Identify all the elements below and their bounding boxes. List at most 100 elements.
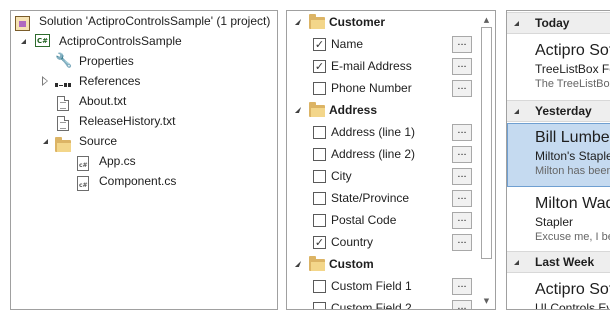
checkbox[interactable]: ✓ [313, 235, 326, 249]
mail-subject: UI Controls Evolved [535, 301, 610, 310]
checkbox[interactable] [313, 301, 326, 309]
field-label: Custom Field 1 [331, 279, 412, 293]
scroll-down-arrow-icon[interactable]: ▼ [480, 294, 493, 307]
folder-icon [309, 102, 325, 117]
field-label: City [331, 169, 352, 183]
checkbox[interactable] [313, 147, 326, 161]
field-row-postal-code[interactable]: Postal Code ... [287, 209, 477, 231]
text-file-icon [57, 115, 69, 131]
group-header-custom[interactable]: Custom [287, 253, 477, 275]
field-row-name[interactable]: ✓ Name ... [287, 33, 477, 55]
expander-collapsed-icon[interactable] [40, 76, 50, 86]
field-label: State/Province [331, 191, 410, 205]
mail-item-selected[interactable]: Bill Lumbergh Milton's Stapler Milton ha… [507, 123, 610, 187]
field-row-email[interactable]: ✓ E-mail Address ... [287, 55, 477, 77]
mail-subject: Stapler [535, 215, 574, 229]
expander-expanded-icon[interactable] [514, 109, 519, 114]
expander-expanded-icon[interactable] [514, 21, 519, 26]
checkbox[interactable] [313, 213, 326, 227]
project-label: ActiproControlsSample [59, 34, 182, 48]
field-chooser-list[interactable]: Customer ✓ Name ... ✓ E-mail Address ...… [286, 10, 496, 310]
checkbox[interactable] [313, 169, 326, 183]
group-header-address[interactable]: Address [287, 99, 477, 121]
vertical-scrollbar[interactable]: ▲ ▼ [480, 13, 493, 307]
browse-button[interactable]: ... [452, 277, 472, 295]
folder-icon [309, 14, 325, 29]
field-row-country[interactable]: ✓ Country ... [287, 231, 477, 253]
about-label: About.txt [79, 94, 127, 108]
mail-list[interactable]: Today Actipro Software TreeListBox Featu… [506, 10, 610, 310]
group-header-today[interactable]: Today [507, 12, 610, 34]
field-label: Country [331, 235, 374, 249]
field-label: Address (line 2) [331, 147, 416, 161]
tree-node-release-history[interactable]: ReleaseHistory.txt [11, 111, 277, 131]
browse-button[interactable]: ... [452, 79, 472, 97]
mail-sender: Actipro Software [535, 42, 610, 59]
mail-preview: Milton has been asking [535, 165, 610, 177]
solution-icon [15, 15, 30, 31]
properties-label: Properties [79, 54, 134, 68]
browse-button[interactable]: ... [452, 145, 472, 163]
field-row-custom-1[interactable]: Custom Field 1 ... [287, 275, 477, 297]
field-row-address-line-2[interactable]: Address (line 2) ... [287, 143, 477, 165]
mail-preview: The TreeListBox control [535, 78, 610, 90]
group-label: Last Week [535, 255, 595, 269]
expander-expanded-icon[interactable] [18, 36, 28, 46]
group-label: Yesterday [535, 104, 592, 118]
expander-expanded-icon[interactable] [40, 136, 50, 146]
expander-expanded-icon[interactable] [294, 19, 302, 25]
tree-node-properties[interactable]: 🔧 Properties [11, 51, 277, 71]
solution-explorer-tree[interactable]: Solution 'ActiproControlsSample' (1 proj… [10, 10, 278, 310]
tree-node-about[interactable]: About.txt [11, 91, 277, 111]
wrench-icon: 🔧 [55, 53, 73, 69]
checkbox[interactable] [313, 279, 326, 293]
text-file-icon [57, 95, 69, 111]
csharp-file-icon: c# [77, 155, 89, 171]
source-label: Source [79, 134, 118, 148]
field-row-city[interactable]: City ... [287, 165, 477, 187]
group-header-customer[interactable]: Customer [287, 11, 477, 33]
tree-node-app-cs[interactable]: c# App.cs [11, 151, 277, 171]
component-cs-label: Component.cs [99, 174, 177, 188]
browse-button[interactable]: ... [452, 299, 472, 309]
tree-node-references[interactable]: References [11, 71, 277, 91]
field-row-phone[interactable]: Phone Number ... [287, 77, 477, 99]
field-row-custom-2[interactable]: Custom Field 2 ... [287, 297, 477, 309]
mail-sender: Actipro Software [535, 281, 610, 298]
browse-button[interactable]: ... [452, 211, 472, 229]
field-row-state[interactable]: State/Province ... [287, 187, 477, 209]
csharp-project-icon: C# [35, 34, 50, 47]
csharp-file-icon: c# [77, 175, 89, 191]
browse-button[interactable]: ... [452, 167, 472, 185]
checkbox[interactable] [313, 191, 326, 205]
browse-button[interactable]: ... [452, 233, 472, 251]
tree-node-component-cs[interactable]: c# Component.cs [11, 171, 277, 191]
checkbox[interactable] [313, 125, 326, 139]
field-label: E-mail Address [331, 59, 412, 73]
browse-button[interactable]: ... [452, 123, 472, 141]
group-label: Address [329, 103, 378, 117]
browse-button[interactable]: ... [452, 189, 472, 207]
solution-label: Solution 'ActiproControlsSample' (1 proj… [39, 14, 271, 28]
group-header-yesterday[interactable]: Yesterday [507, 100, 610, 122]
group-label: Today [535, 16, 570, 30]
browse-button[interactable]: ... [452, 35, 472, 53]
expander-expanded-icon[interactable] [294, 261, 302, 267]
checkbox[interactable] [313, 81, 326, 95]
tree-node-project[interactable]: C# ActiproControlsSample [11, 31, 277, 51]
tree-node-solution[interactable]: Solution 'ActiproControlsSample' (1 proj… [11, 11, 277, 31]
browse-button[interactable]: ... [452, 57, 472, 75]
expander-expanded-icon[interactable] [514, 260, 519, 265]
scrollbar-thumb[interactable] [481, 27, 492, 259]
tree-node-source[interactable]: Source [11, 131, 277, 152]
mail-sender: Bill Lumbergh [535, 129, 610, 146]
checkbox[interactable]: ✓ [313, 59, 326, 73]
expander-expanded-icon[interactable] [294, 107, 302, 113]
checkbox[interactable]: ✓ [313, 37, 326, 51]
scroll-up-arrow-icon[interactable]: ▲ [480, 13, 493, 26]
field-row-address-line-1[interactable]: Address (line 1) ... [287, 121, 477, 143]
mail-item[interactable]: Actipro Software UI Controls Evolved [507, 275, 610, 310]
mail-item[interactable]: Milton Waddams Stapler Excuse me, I beli… [507, 189, 610, 251]
mail-item[interactable]: Actipro Software TreeListBox Features Th… [507, 36, 610, 98]
group-header-last-week[interactable]: Last Week [507, 251, 610, 273]
